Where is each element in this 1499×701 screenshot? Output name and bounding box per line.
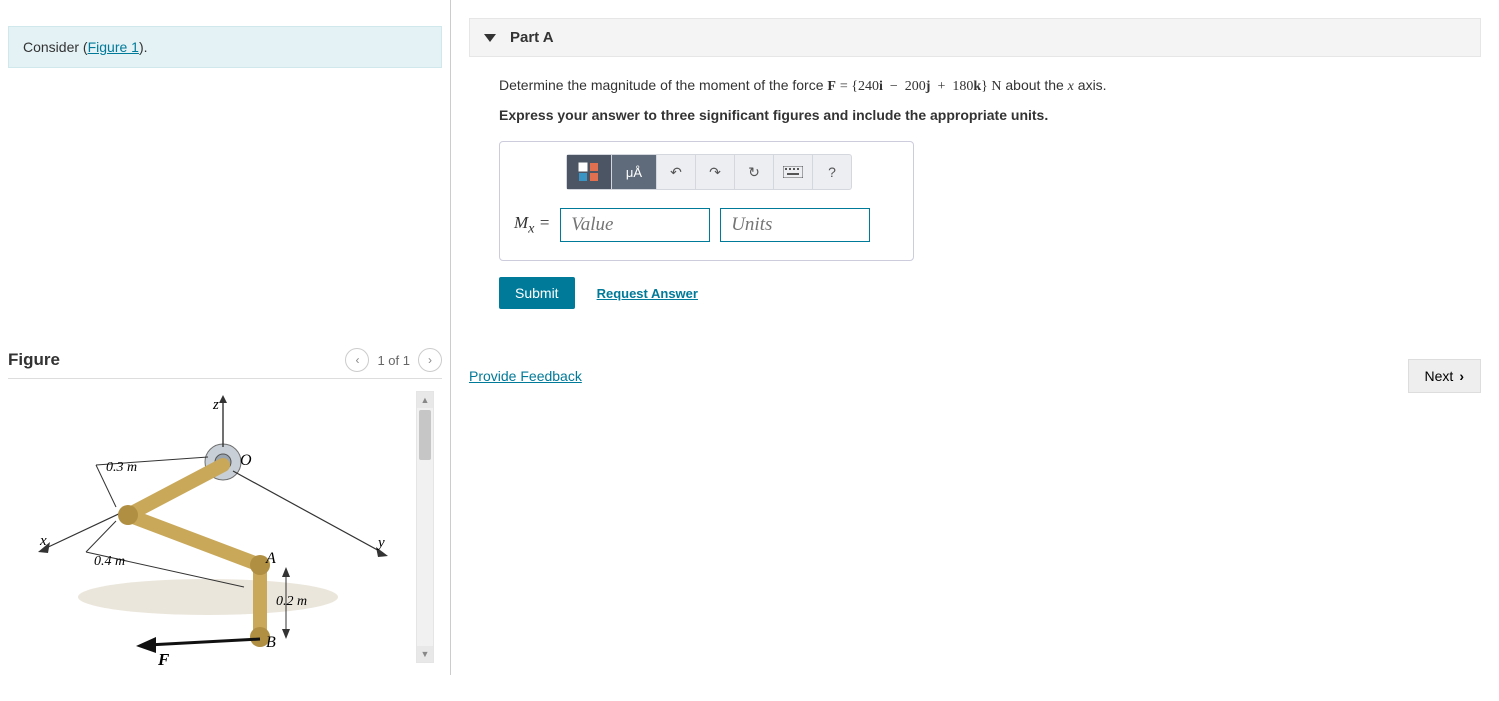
label-F: F — [157, 650, 170, 667]
scroll-up-icon[interactable]: ▲ — [417, 392, 433, 408]
help-icon[interactable]: ? — [813, 155, 851, 189]
label-O: O — [240, 452, 252, 469]
q-pre: Determine the magnitude of the moment of… — [499, 77, 827, 93]
force-expression: F — [827, 79, 836, 94]
intro-box: Consider (Figure 1). — [8, 26, 442, 68]
answer-panel: μÅ ↶ ↷ ↻ ? Mx = — [499, 141, 914, 261]
chevron-right-icon: › — [1459, 368, 1464, 384]
q-end: axis. — [1078, 77, 1107, 93]
label-d3: 0.2 m — [276, 594, 307, 609]
figure-link[interactable]: Figure 1 — [88, 39, 139, 55]
keyboard-icon[interactable] — [774, 155, 813, 189]
part-header[interactable]: Part A — [469, 18, 1481, 57]
action-row: Submit Request Answer — [499, 277, 1481, 309]
figure-page-indicator: 1 of 1 — [377, 353, 410, 368]
bottom-row: Provide Feedback Next › — [469, 359, 1481, 393]
figure-header: Figure ‹ 1 of 1 › — [8, 348, 442, 379]
caret-down-icon — [484, 34, 496, 42]
intro-suffix: ). — [139, 39, 148, 55]
next-label: Next — [1425, 368, 1454, 384]
units-input[interactable] — [720, 208, 870, 242]
instruction: Express your answer to three significant… — [499, 107, 1481, 123]
value-input[interactable] — [560, 208, 710, 242]
answer-toolbar: μÅ ↶ ↷ ↻ ? — [566, 154, 852, 190]
units-symbol-button[interactable]: μÅ — [612, 155, 657, 189]
figure-prev-button[interactable]: ‹ — [345, 348, 369, 372]
force-eq: = {240i − 200j + 180k} N — [840, 79, 1002, 94]
figure-diagram: z O x y — [8, 387, 398, 657]
next-button[interactable]: Next › — [1408, 359, 1481, 393]
figure-nav: ‹ 1 of 1 › — [345, 348, 442, 372]
scroll-thumb[interactable] — [419, 410, 431, 460]
label-d2: 0.4 m — [94, 554, 125, 569]
template-icon[interactable] — [567, 155, 612, 189]
label-B: B — [266, 634, 276, 651]
question-text: Determine the magnitude of the moment of… — [499, 75, 1481, 97]
undo-icon[interactable]: ↶ — [657, 155, 696, 189]
label-y: y — [376, 535, 385, 551]
label-x: x — [39, 533, 47, 549]
answer-row: Mx = — [514, 208, 899, 242]
figure-next-button[interactable]: › — [418, 348, 442, 372]
mx-label: Mx = — [514, 213, 550, 237]
figure-scrollbar[interactable]: ▲ ▼ — [416, 391, 434, 663]
part-title: Part A — [510, 29, 554, 46]
scroll-down-icon[interactable]: ▼ — [417, 646, 433, 662]
figure-title: Figure — [8, 350, 60, 370]
label-z: z — [212, 397, 219, 413]
redo-icon[interactable]: ↷ — [696, 155, 735, 189]
request-answer-link[interactable]: Request Answer — [597, 286, 698, 301]
label-A: A — [265, 550, 276, 567]
q-post: about the — [1005, 77, 1067, 93]
axis-var: x — [1068, 79, 1074, 94]
figure-area: z O x y — [8, 387, 442, 667]
submit-button[interactable]: Submit — [499, 277, 575, 309]
provide-feedback-link[interactable]: Provide Feedback — [469, 368, 582, 384]
reset-icon[interactable]: ↻ — [735, 155, 774, 189]
label-d1: 0.3 m — [106, 460, 137, 475]
intro-prefix: Consider ( — [23, 39, 88, 55]
